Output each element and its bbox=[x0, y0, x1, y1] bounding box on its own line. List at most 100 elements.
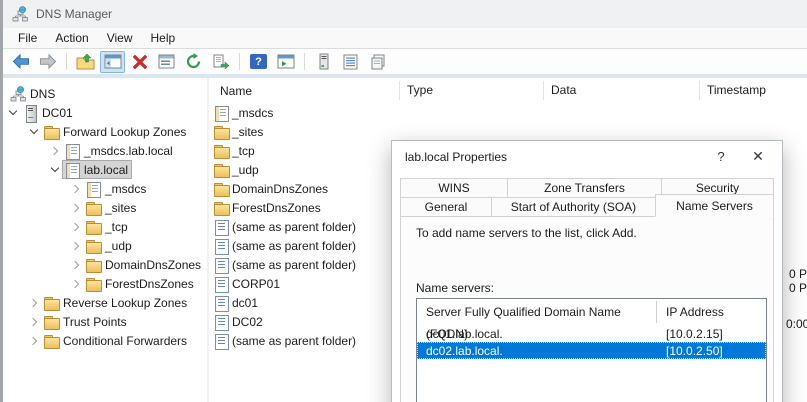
list-item-label: (same as parent folder) bbox=[232, 258, 356, 272]
tree-item-label: lab.local bbox=[84, 163, 128, 177]
list-item-label: _udp bbox=[232, 163, 259, 177]
dialog-help-button[interactable]: ? bbox=[711, 149, 731, 164]
list-item-sites[interactable]: _sites bbox=[209, 122, 807, 141]
tab-general[interactable]: General bbox=[400, 197, 492, 217]
dialog-title-bar: lab.local Properties ? ✕ bbox=[392, 141, 782, 172]
chevron-right-icon[interactable] bbox=[47, 141, 62, 160]
new-window-button[interactable] bbox=[273, 51, 298, 73]
toolbar-separator bbox=[239, 53, 240, 70]
name-servers-table-header: Server Fully Qualified Domain Name (FQDN… bbox=[417, 299, 766, 325]
tree-item-dc01[interactable]: DC01 bbox=[3, 103, 207, 122]
chevron-right-icon[interactable] bbox=[26, 312, 41, 331]
zone-icon bbox=[64, 162, 80, 178]
chevron-right-icon[interactable] bbox=[68, 236, 83, 255]
column-header-fqdn[interactable]: Server Fully Qualified Domain Name (FQDN… bbox=[417, 301, 657, 323]
tree-item-msdcs-lab-local[interactable]: _msdcs.lab.local bbox=[3, 141, 207, 160]
name-servers-tab-panel: To add name servers to the list, click A… bbox=[400, 216, 774, 402]
chevron-right-icon[interactable] bbox=[68, 274, 83, 293]
ip-cell: [10.0.2.15] bbox=[657, 327, 766, 341]
tree-item-msdcs[interactable]: _msdcs bbox=[3, 179, 207, 198]
tab-wins[interactable]: WINS bbox=[400, 178, 508, 198]
console-tree: DNS DC01 Forward Lookup Zones _msdcs.lab… bbox=[3, 78, 207, 402]
tree-item-sites[interactable]: _sites bbox=[3, 198, 207, 217]
list-item-label: DomainDnsZones bbox=[232, 182, 328, 196]
tree-item-conditional-forwarders[interactable]: Conditional Forwarders bbox=[3, 331, 207, 350]
folder-icon bbox=[85, 238, 101, 254]
forward-button[interactable] bbox=[35, 51, 60, 73]
export-list-button[interactable] bbox=[208, 51, 233, 73]
up-one-level-button[interactable] bbox=[73, 51, 98, 73]
list-item-label: DC02 bbox=[232, 315, 263, 329]
show-console-tree-button[interactable] bbox=[100, 51, 125, 73]
column-header-timestamp[interactable]: Timestamp bbox=[699, 81, 807, 100]
list-item-label: dc01 bbox=[232, 296, 258, 310]
folder-icon bbox=[213, 162, 229, 178]
dialog-close-button[interactable]: ✕ bbox=[747, 148, 769, 165]
tree-item-forestdnszones[interactable]: ForestDnsZones bbox=[3, 274, 207, 293]
zone-icon bbox=[85, 181, 101, 197]
zone-icon bbox=[64, 143, 80, 159]
tree-item-reverse-lookup-zones[interactable]: Reverse Lookup Zones bbox=[3, 293, 207, 312]
table-row-dc01[interactable]: dc01.lab.local. [10.0.2.15] bbox=[417, 325, 766, 342]
menu-help[interactable]: Help bbox=[142, 28, 185, 48]
delete-button[interactable] bbox=[127, 51, 152, 73]
folder-icon bbox=[213, 124, 229, 140]
menu-view[interactable]: View bbox=[98, 28, 142, 48]
chevron-down-icon[interactable] bbox=[26, 122, 41, 141]
record-icon bbox=[213, 276, 229, 292]
tab-start-of-authority[interactable]: Start of Authority (SOA) bbox=[491, 197, 656, 217]
record-icon bbox=[213, 257, 229, 273]
chevron-down-icon[interactable] bbox=[5, 103, 20, 122]
help-button[interactable]: ? bbox=[246, 51, 271, 73]
tree-item-lab-local[interactable]: lab.local bbox=[3, 160, 207, 179]
chevron-right-icon[interactable] bbox=[68, 198, 83, 217]
lab-local-properties-dialog: lab.local Properties ? ✕ WINS Zone Trans… bbox=[391, 140, 783, 402]
record-icon bbox=[213, 314, 229, 330]
tree-item-tcp[interactable]: _tcp bbox=[3, 217, 207, 236]
folder-icon bbox=[213, 143, 229, 159]
menu-action[interactable]: Action bbox=[46, 28, 97, 48]
refresh-button[interactable] bbox=[181, 51, 206, 73]
tree-item-label: _sites bbox=[105, 201, 136, 215]
dialog-tabs: WINS Zone Transfers Security General Sta… bbox=[392, 172, 782, 217]
timestamp-fragment: 0:00 bbox=[786, 317, 807, 331]
instruction-text: To add name servers to the list, click A… bbox=[416, 226, 767, 240]
list-item-msdcs[interactable]: _msdcs bbox=[209, 103, 807, 122]
list-item-label: CORP01 bbox=[232, 277, 280, 291]
record-list-button[interactable] bbox=[338, 51, 363, 73]
tree-item-label: _tcp bbox=[105, 220, 128, 234]
column-header-name[interactable]: Name bbox=[209, 84, 399, 98]
properties-button[interactable] bbox=[154, 51, 179, 73]
tree-item-udp[interactable]: _udp bbox=[3, 236, 207, 255]
server-icon bbox=[22, 105, 38, 121]
tree-item-label: Reverse Lookup Zones bbox=[63, 296, 187, 310]
back-button[interactable] bbox=[8, 51, 33, 73]
server-tool-button[interactable] bbox=[311, 51, 336, 73]
list-item-label: (same as parent folder) bbox=[232, 334, 356, 348]
table-row-dc02[interactable]: dc02.lab.local. [10.0.2.50] bbox=[417, 342, 766, 359]
column-header-type[interactable]: Type bbox=[399, 81, 543, 100]
copy-button[interactable] bbox=[365, 51, 390, 73]
chevron-right-icon[interactable] bbox=[68, 217, 83, 236]
list-item-label: (same as parent folder) bbox=[232, 220, 356, 234]
tree-item-forward-lookup-zones[interactable]: Forward Lookup Zones bbox=[3, 122, 207, 141]
record-icon bbox=[213, 295, 229, 311]
tree-item-dns-root[interactable]: DNS bbox=[3, 84, 207, 103]
chevron-down-icon[interactable] bbox=[47, 160, 62, 179]
tab-zone-transfers[interactable]: Zone Transfers bbox=[507, 178, 662, 198]
tree-item-domaindnszones[interactable]: DomainDnsZones bbox=[3, 255, 207, 274]
chevron-right-icon[interactable] bbox=[68, 179, 83, 198]
column-header-data[interactable]: Data bbox=[543, 81, 699, 100]
chevron-right-icon[interactable] bbox=[26, 293, 41, 312]
folder-icon bbox=[85, 257, 101, 273]
tree-item-label: DomainDnsZones bbox=[105, 258, 201, 272]
tab-name-servers[interactable]: Name Servers bbox=[655, 194, 774, 217]
zone-icon bbox=[213, 105, 229, 121]
column-header-ip-address[interactable]: IP Address bbox=[657, 305, 766, 319]
chevron-right-icon[interactable] bbox=[26, 331, 41, 350]
tree-item-trust-points[interactable]: Trust Points bbox=[3, 312, 207, 331]
dns-app-icon bbox=[12, 6, 28, 22]
tree-item-label: Forward Lookup Zones bbox=[63, 125, 186, 139]
menu-file[interactable]: File bbox=[9, 28, 46, 48]
chevron-right-icon[interactable] bbox=[68, 255, 83, 274]
